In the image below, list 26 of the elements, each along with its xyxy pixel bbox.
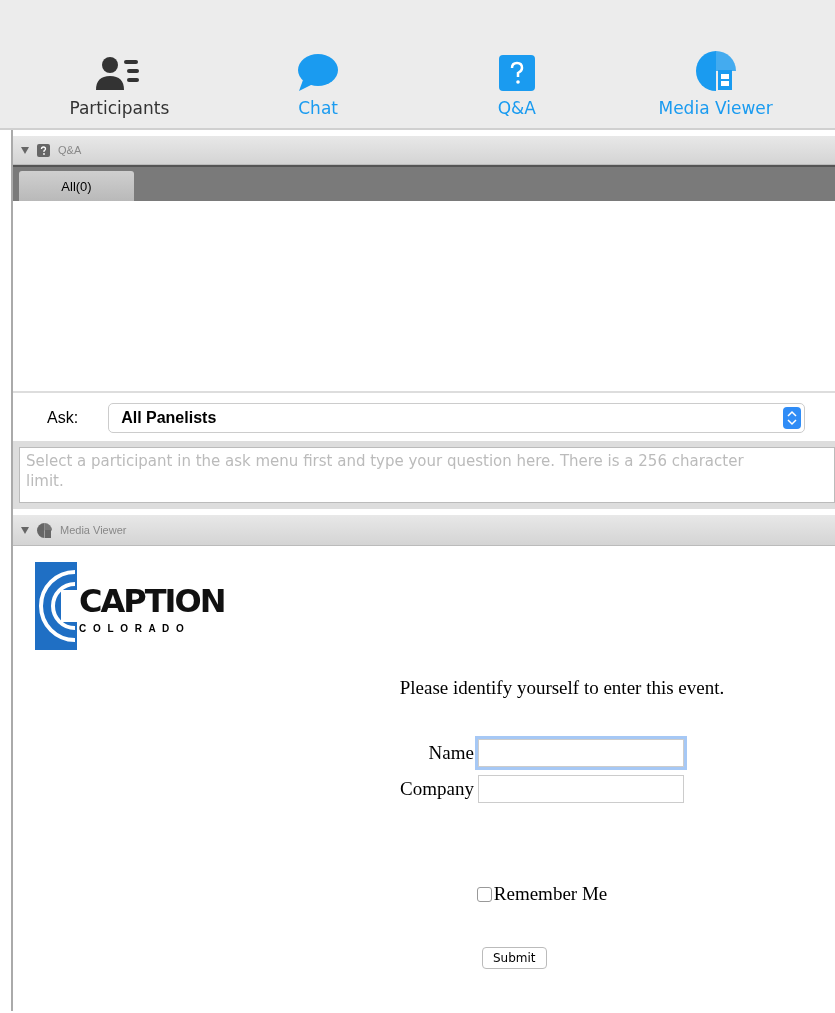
- panel-title: Media Viewer: [60, 524, 127, 536]
- toolbar-tab[interactable]: Participants: [20, 0, 219, 128]
- remember-label: Remember Me: [493, 883, 608, 905]
- submit-button[interactable]: Submit: [482, 947, 547, 969]
- ask-dropdown[interactable]: All Panelists: [108, 403, 805, 433]
- text-field[interactable]: [477, 775, 684, 803]
- question-input[interactable]: Select a participant in the ask menu first and type your question here. There is a 256 character limit.: [19, 447, 835, 503]
- stepper-icon: [783, 407, 801, 429]
- logo-tagline: C O L O R A D O: [79, 623, 187, 634]
- field-label: Name: [427, 742, 474, 764]
- field-label: Company: [400, 778, 474, 800]
- ask-label: Ask:: [47, 409, 79, 427]
- filter-tab[interactable]: All(0): [19, 171, 134, 201]
- logo-arcs-icon: [35, 562, 77, 650]
- speech-bubble-icon: [297, 54, 340, 92]
- question-icon: [37, 143, 50, 157]
- media-film-icon: [37, 522, 52, 538]
- disclosure-triangle-icon[interactable]: [21, 146, 29, 154]
- disclosure-triangle-icon[interactable]: [21, 526, 29, 534]
- question-icon: [497, 54, 536, 92]
- prompt-text: Please identify yourself to enter this event.: [398, 677, 726, 699]
- text-field[interactable]: [477, 739, 684, 767]
- panel-title: Q&A: [58, 144, 82, 156]
- logo-wordmark: CAPTION: [79, 585, 225, 617]
- media-film-icon: [694, 50, 737, 92]
- checkbox[interactable]: [476, 886, 492, 902]
